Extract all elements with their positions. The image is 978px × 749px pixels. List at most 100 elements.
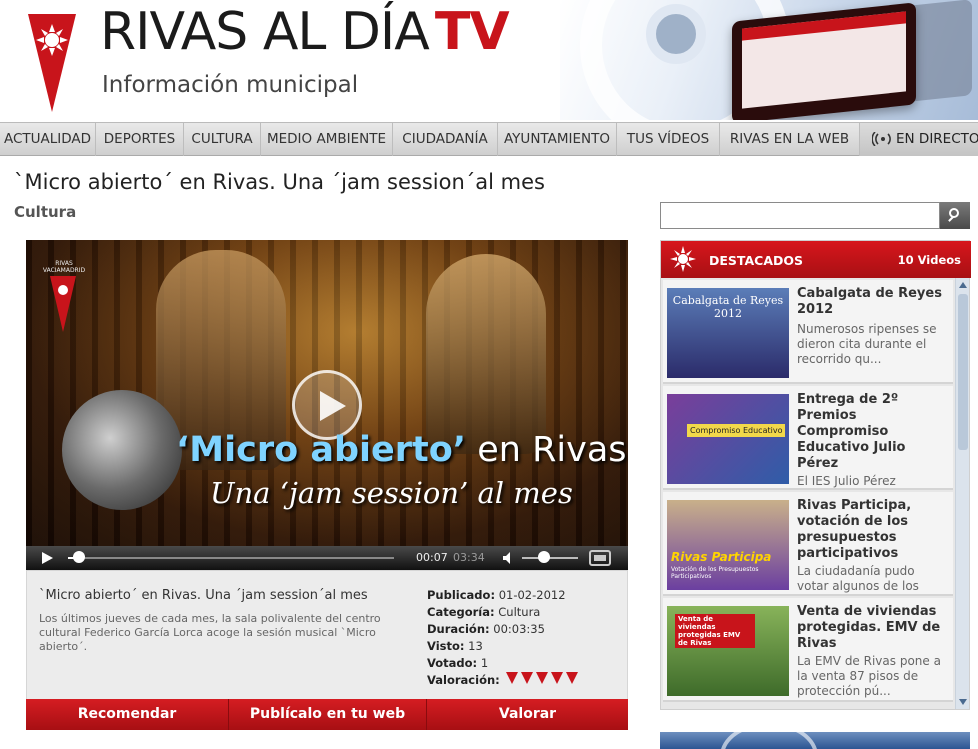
sun-logo-icon	[670, 246, 696, 272]
seek-handle[interactable]	[72, 551, 85, 563]
rating-star-icon[interactable]	[521, 672, 534, 684]
rating-star-icon[interactable]	[566, 672, 579, 684]
nav-item-deportes[interactable]: DEPORTES	[96, 123, 184, 156]
microphone-image	[62, 390, 182, 510]
featured-thumbnail[interactable]: Venta de viviendas protegidas EMV de Riv…	[667, 606, 789, 696]
featured-list: Cabalgata de Reyes 2012 Cabalgata de Rey…	[661, 278, 955, 709]
scroll-down-icon[interactable]	[959, 699, 967, 705]
rate-button[interactable]: Valorar	[427, 699, 628, 730]
published-label: Publicado:	[427, 588, 496, 602]
main-nav: ACTUALIDAD DEPORTES CULTURA MEDIO AMBIEN…	[0, 122, 978, 156]
featured-item[interactable]: Cabalgata de Reyes 2012 Cabalgata de Rey…	[663, 280, 953, 384]
article-category: Cultura	[14, 203, 77, 221]
musician-figure	[426, 254, 546, 454]
video-player[interactable]: RIVAS VACIAMADRID ‘Micro abierto’ en Riv…	[26, 240, 628, 546]
video-overlay-rest: en Rivas	[466, 430, 627, 470]
duration-label: Duración:	[427, 622, 490, 636]
featured-item[interactable]: Rivas Participa Votación de los Presupue…	[663, 492, 953, 596]
volume-icon[interactable]	[503, 552, 515, 564]
bottom-banner[interactable]	[660, 732, 970, 749]
action-bar: Recomendar Publícalo en tu web Valorar	[26, 699, 628, 730]
rating-star-icon[interactable]	[551, 672, 564, 684]
featured-item[interactable]: Compromiso Educativo Entrega de 2º Premi…	[663, 386, 953, 490]
featured-scrollbar[interactable]	[955, 278, 969, 709]
published-value: 01-02-2012	[498, 588, 566, 602]
featured-item[interactable]: Venta de viviendas protegidas EMV de Riv…	[663, 598, 953, 702]
volume-slider[interactable]	[522, 557, 578, 559]
nav-item-en-directo[interactable]: EN DIRECTO	[860, 123, 978, 156]
featured-item-title[interactable]: Cabalgata de Reyes 2012	[797, 286, 947, 318]
thumb-caption: Compromiso Educativo	[687, 424, 786, 437]
search-input[interactable]	[660, 202, 940, 229]
views-value: 13	[468, 639, 483, 653]
category-value: Cultura	[498, 605, 541, 619]
broadcast-icon	[871, 131, 891, 147]
site-header: RIVAS AL DÍA TV Información municipal	[0, 0, 978, 120]
video-overlay-title: ‘Micro abierto’ en Rivas	[176, 430, 627, 470]
thumb-caption: Cabalgata de Reyes 2012	[672, 294, 784, 320]
nav-item-cultura[interactable]: CULTURA	[184, 123, 261, 156]
nav-item-medio-ambiente[interactable]: MEDIO AMBIENTE	[261, 123, 393, 156]
rating-label: Valoración:	[427, 673, 500, 687]
scroll-up-icon[interactable]	[959, 282, 967, 288]
video-overlay-highlight: ‘Micro abierto’	[176, 430, 467, 470]
page-title: `Micro abierto´ en Rivas. Una ´jam sessi…	[14, 170, 545, 194]
thumb-caption: Venta de viviendas protegidas EMV de Riv…	[675, 614, 755, 648]
nav-item-tus-videos[interactable]: TUS VÍDEOS	[617, 123, 720, 156]
featured-thumbnail[interactable]: Cabalgata de Reyes 2012	[667, 288, 789, 378]
nav-item-rivas-en-la-web[interactable]: RIVAS EN LA WEB	[720, 123, 860, 156]
search-button[interactable]	[940, 202, 970, 229]
featured-item-title[interactable]: Venta de viviendas protegidas. EMV de Ri…	[797, 604, 947, 652]
site-subtitle: Información municipal	[102, 72, 359, 98]
rating-stars[interactable]	[503, 672, 579, 689]
play-icon[interactable]	[42, 552, 53, 564]
duration-value: 00:03:35	[493, 622, 545, 636]
featured-thumbnail[interactable]: Compromiso Educativo	[667, 394, 789, 484]
votes-label: Votado:	[427, 656, 478, 670]
video-metadata: Publicado: 01-02-2012 Categoría: Cultura…	[427, 587, 579, 689]
nav-item-ayuntamiento[interactable]: AYUNTAMIENTO	[498, 123, 617, 156]
video-info-panel: `Micro abierto´ en Rivas. Una ´jam sessi…	[26, 570, 628, 700]
featured-item-desc: Numerosos ripenses se dieron cita durant…	[797, 322, 937, 366]
rivas-shield-logo	[50, 276, 76, 332]
rivas-shield-logo[interactable]	[28, 14, 76, 112]
featured-header: DESTACADOS 10 Videos	[661, 241, 971, 278]
featured-panel: DESTACADOS 10 Videos Cabalgata de Reyes …	[660, 240, 971, 710]
featured-item-desc: La ciudadanía pudo votar algunos de los	[797, 564, 919, 593]
views-label: Visto:	[427, 639, 465, 653]
site-title-tv: TV	[434, 2, 510, 62]
featured-item-desc: El IES Julio Pérez	[797, 474, 896, 488]
featured-item-title[interactable]: Rivas Participa, votación de los presupu…	[797, 498, 947, 562]
video-description: Los últimos jueves de cada mes, la sala …	[39, 612, 381, 653]
category-label: Categoría:	[427, 605, 495, 619]
site-title-text: RIVAS AL DÍA	[100, 2, 430, 62]
video-logo-text: RIVAS VACIAMADRID	[42, 260, 86, 274]
nav-item-actualidad[interactable]: ACTUALIDAD	[0, 123, 96, 156]
thumb-caption: Rivas Participa	[671, 550, 772, 564]
video-info-title: `Micro abierto´ en Rivas. Una ´jam sessi…	[39, 588, 368, 603]
featured-item-desc: La EMV de Rivas pone a la venta 87 pisos…	[797, 654, 941, 698]
video-controls: 00:07 03:34	[26, 546, 628, 570]
featured-item-title[interactable]: Entrega de 2º Premios Compromiso Educati…	[797, 392, 947, 472]
video-overlay-subtitle: Una ‘jam session’ al mes	[210, 476, 573, 510]
nav-item-ciudadania[interactable]: CIUDADANÍA	[393, 123, 498, 156]
rating-star-icon[interactable]	[536, 672, 549, 684]
site-title[interactable]: RIVAS AL DÍA TV	[100, 2, 510, 62]
tablet-image	[732, 2, 916, 120]
featured-count: 10 Videos	[897, 253, 961, 267]
nav-item-en-directo-label: EN DIRECTO	[896, 131, 978, 147]
time-total: 03:34	[453, 551, 485, 564]
seek-bar[interactable]	[68, 557, 394, 559]
votes-value: 1	[480, 656, 489, 670]
time-current: 00:07	[416, 551, 448, 564]
embed-button[interactable]: Publícalo en tu web	[229, 699, 427, 730]
featured-title: DESTACADOS	[709, 253, 804, 268]
featured-thumbnail[interactable]: Rivas Participa Votación de los Presupue…	[667, 500, 789, 590]
volume-handle[interactable]	[538, 551, 551, 563]
fullscreen-icon[interactable]	[589, 550, 611, 566]
scroll-thumb[interactable]	[958, 294, 968, 450]
rating-star-icon[interactable]	[506, 672, 519, 684]
recommend-button[interactable]: Recomendar	[26, 699, 229, 730]
thumb-subcaption: Votación de los Presupuestos Participati…	[671, 566, 759, 580]
disc-center-decoration	[646, 4, 706, 64]
